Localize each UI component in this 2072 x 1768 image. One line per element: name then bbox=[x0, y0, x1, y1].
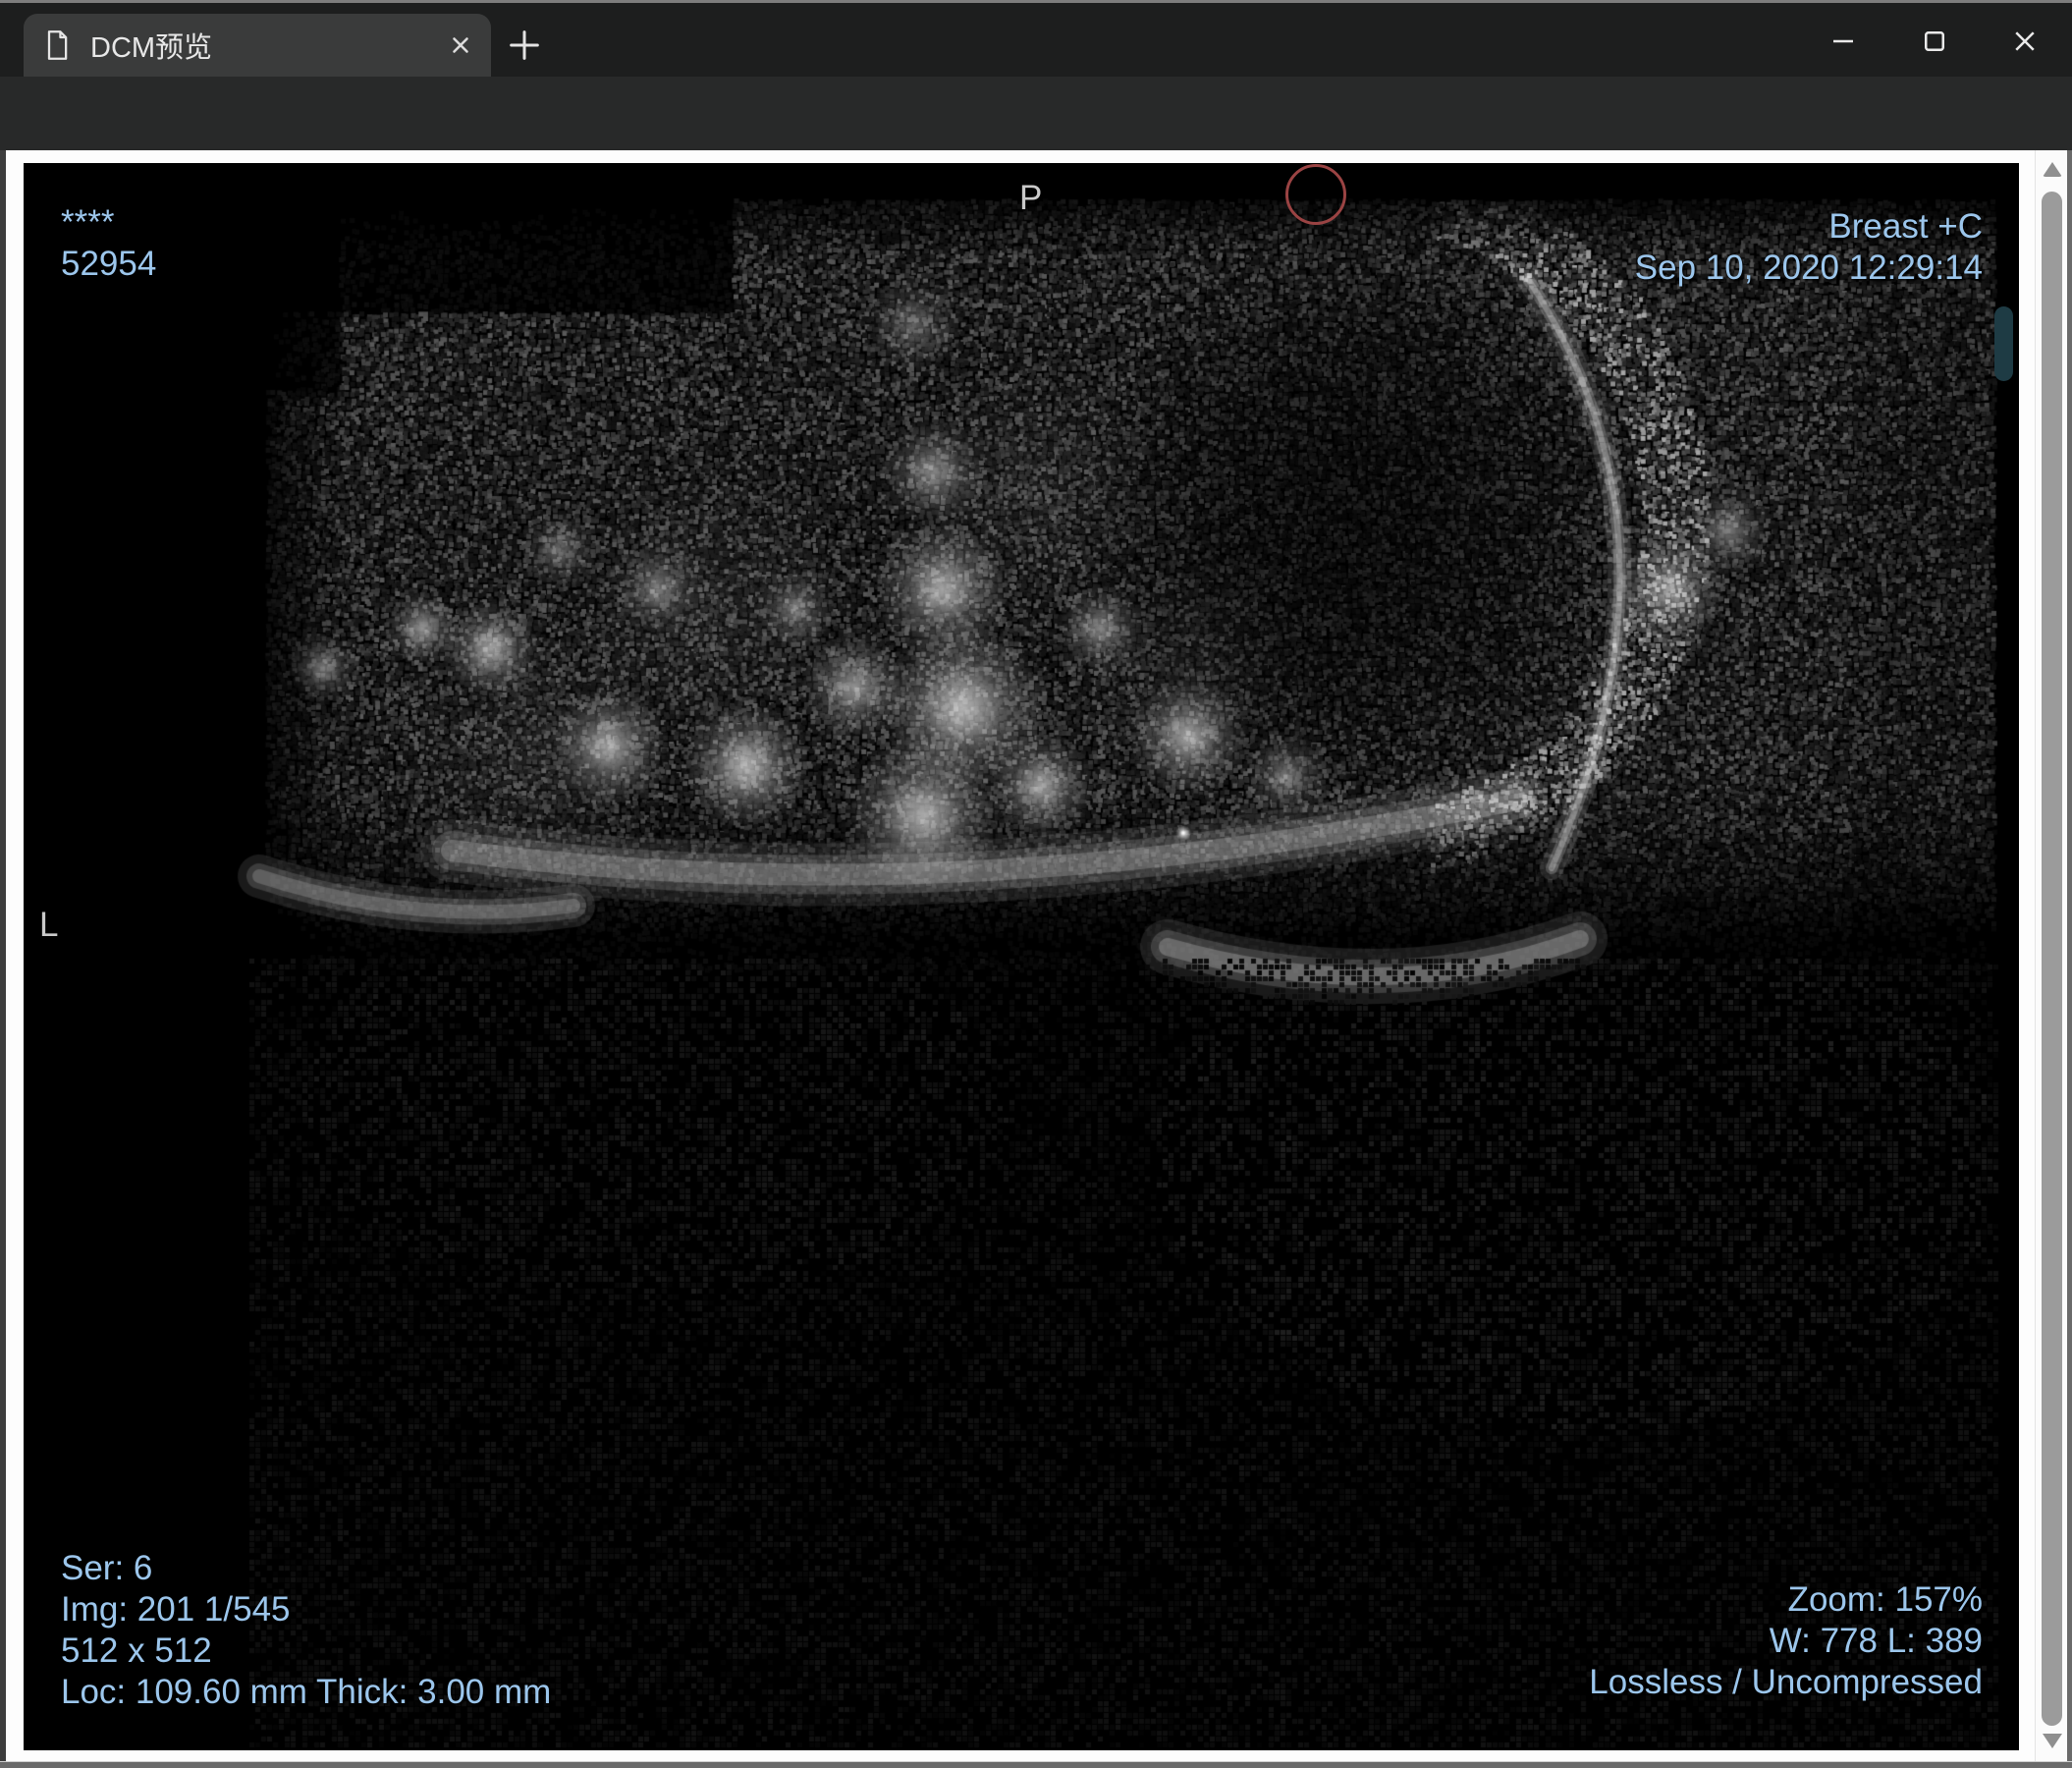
window-maximize-button[interactable] bbox=[1903, 17, 1966, 66]
orientation-marker-left: L bbox=[39, 906, 59, 944]
window-level: W: 778 L: 389 bbox=[1769, 1622, 1983, 1660]
study-datetime: Sep 10, 2020 12:29:14 bbox=[1634, 249, 1983, 287]
orientation-marker-posterior: P bbox=[1019, 179, 1043, 217]
browser-scrollbar[interactable] bbox=[2035, 150, 2067, 1761]
dicom-image-canvas bbox=[24, 163, 2019, 1750]
slice-position-indicator[interactable] bbox=[1994, 306, 2013, 381]
study-description: Breast +C bbox=[1828, 207, 1983, 246]
compression-info: Lossless / Uncompressed bbox=[1589, 1663, 1983, 1701]
scrollbar-up-arrow-icon[interactable] bbox=[2043, 162, 2062, 177]
patient-id-masked: **** bbox=[61, 203, 115, 242]
overlay-bottom-left: Ser: 6 Img: 201 1/545 512 x 512 Loc: 109… bbox=[61, 1548, 551, 1713]
overlay-top-left: **** 52954 bbox=[61, 202, 156, 285]
tab-strip: DCM预览 bbox=[0, 3, 2072, 77]
page-document-icon bbox=[43, 29, 71, 61]
image-index: Img: 201 1/545 bbox=[61, 1590, 291, 1629]
new-tab-button[interactable] bbox=[504, 25, 545, 66]
scrollbar-down-arrow-icon[interactable] bbox=[2043, 1734, 2062, 1748]
overlay-top-right: Breast +C Sep 10, 2020 12:29:14 bbox=[1635, 206, 1983, 289]
navigation-toolbar: https://file.kkview.cn/onlinePreview?url… bbox=[0, 77, 2072, 225]
browser-window: DCM预览 ht bbox=[0, 0, 2072, 1768]
slice-location: Loc: 109.60 mm Thick: 3.00 mm bbox=[61, 1673, 552, 1711]
window-minimize-button[interactable] bbox=[1812, 17, 1875, 66]
window-left-border bbox=[0, 150, 6, 1761]
annotation-circle bbox=[1285, 164, 1346, 225]
window-close-button[interactable] bbox=[1993, 17, 2056, 66]
window-bottom-border bbox=[0, 1761, 2072, 1768]
patient-number: 52954 bbox=[61, 245, 157, 283]
scrollbar-thumb[interactable] bbox=[2042, 192, 2062, 1726]
tab-close-icon[interactable] bbox=[448, 32, 473, 58]
browser-tab[interactable]: DCM预览 bbox=[24, 14, 491, 77]
tab-title: DCM预览 bbox=[90, 32, 213, 64]
zoom-level: Zoom: 157% bbox=[1787, 1580, 1983, 1619]
series-number: Ser: 6 bbox=[61, 1549, 153, 1587]
image-matrix: 512 x 512 bbox=[61, 1631, 212, 1670]
overlay-bottom-right: Zoom: 157% W: 778 L: 389 Lossless / Unco… bbox=[1589, 1579, 1983, 1703]
